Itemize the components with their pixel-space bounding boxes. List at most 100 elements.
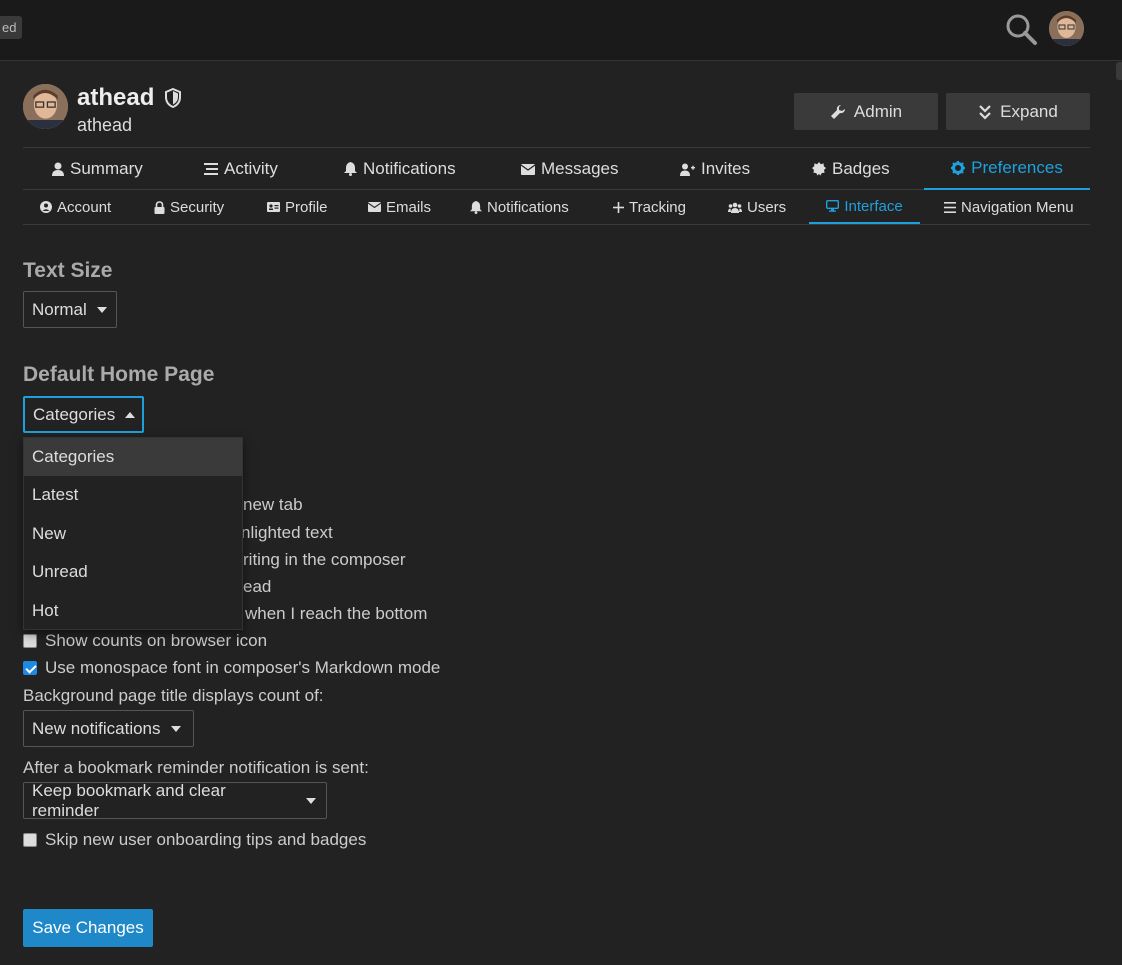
title-count-value: New notifications (32, 718, 161, 738)
tab-invites[interactable]: Invites (680, 148, 750, 190)
menu-option-unread[interactable]: Unread (24, 553, 242, 591)
bars-icon (944, 201, 956, 213)
user-plus-icon (680, 163, 695, 176)
plus-icon (613, 201, 624, 213)
subtab-users[interactable]: Users (728, 190, 786, 224)
tab-summary-label: Summary (70, 159, 143, 178)
bell-icon (344, 162, 357, 176)
tab-invites-label: Invites (701, 159, 751, 178)
subtab-navigation-menu-label: Navigation Menu (961, 198, 1074, 216)
menu-option-hot[interactable]: Hot (24, 592, 242, 630)
monospace-label: Use monospace font in composer's Markdow… (45, 658, 441, 677)
partial-option-text: new tab (243, 495, 303, 514)
save-changes-button[interactable]: Save Changes (23, 909, 153, 947)
caret-down-icon (306, 797, 316, 804)
user-avatar (23, 84, 68, 129)
bookmark-label: After a bookmark reminder notification i… (23, 758, 369, 777)
caret-up-icon (125, 411, 136, 418)
tab-messages[interactable]: Messages (521, 148, 618, 190)
envelope-icon (521, 163, 535, 175)
skip-onboarding-checkbox[interactable] (23, 833, 37, 847)
subtab-notifications-label: Notifications (487, 198, 569, 216)
tab-badges-label: Badges (832, 159, 890, 178)
expand-button-label: Expand (1000, 101, 1058, 121)
home-page-dropdown[interactable]: Categories (23, 396, 144, 433)
id-card-icon (267, 202, 280, 212)
tab-activity[interactable]: Activity (204, 148, 278, 190)
partial-option-text: when I reach the bottom (245, 604, 428, 623)
subtab-interface-label: Interface (844, 197, 903, 215)
scrollbar-stub[interactable] (1116, 62, 1122, 80)
home-page-title: Default Home Page (23, 363, 215, 386)
user-full-name: athead (77, 115, 133, 135)
subtab-security[interactable]: Security (154, 190, 224, 224)
home-page-options-menu: Categories Latest New Unread Hot (23, 437, 243, 630)
top-header: ed (0, 0, 1122, 61)
show-counts-label: Show counts on browser icon (45, 631, 268, 650)
current-user-avatar[interactable] (1049, 11, 1084, 46)
subtab-profile-label: Profile (285, 198, 328, 216)
subtab-tracking[interactable]: Tracking (613, 190, 686, 224)
text-size-title: Text Size (23, 259, 113, 282)
show-counts-checkbox[interactable] (23, 634, 37, 648)
certificate-icon (812, 162, 826, 176)
bookmark-value: Keep bookmark and clear reminder (32, 780, 226, 820)
subtab-account[interactable]: Account (40, 190, 111, 224)
home-page-value: Categories (33, 404, 116, 424)
tab-badges[interactable]: Badges (812, 148, 890, 190)
subtab-notifications[interactable]: Notifications (470, 190, 569, 224)
subtab-interface[interactable]: Interface (809, 190, 920, 224)
lock-icon (154, 200, 165, 214)
user-main-nav: Summary Activity Notifications Messages … (23, 147, 1090, 190)
title-count-dropdown[interactable]: New notifications (23, 710, 194, 747)
bookmark-dropdown[interactable]: Keep bookmark and clear reminder (23, 780, 327, 820)
tab-preferences-label: Preferences (971, 158, 1063, 177)
username: athead (77, 84, 155, 111)
expand-button[interactable]: Expand (946, 93, 1090, 130)
subtab-security-label: Security (170, 198, 225, 216)
envelope-icon (368, 202, 381, 212)
subtab-emails-label: Emails (386, 198, 432, 216)
tab-notifications[interactable]: Notifications (344, 148, 456, 190)
menu-option-categories[interactable]: Categories (24, 438, 242, 476)
desktop-icon (826, 200, 840, 212)
skip-onboarding-row[interactable]: Skip new user onboarding tips and badges (23, 830, 366, 850)
caret-down-icon (96, 306, 107, 313)
user-icon (52, 162, 64, 176)
tab-messages-label: Messages (541, 159, 619, 178)
header-badge: ed (0, 16, 23, 39)
title-count-label: Background page title displays count of: (23, 686, 324, 705)
subtab-users-label: Users (747, 198, 787, 216)
shield-icon (164, 88, 182, 108)
monospace-row[interactable]: Use monospace font in composer's Markdow… (23, 658, 440, 678)
skip-onboarding-label: Skip new user onboarding tips and badges (45, 830, 367, 849)
partial-option-text: riting in the composer (243, 550, 406, 569)
user-circle-icon (40, 201, 52, 213)
wrench-icon (830, 104, 846, 120)
users-icon (728, 202, 742, 213)
text-size-value: Normal (32, 299, 87, 319)
admin-button[interactable]: Admin (794, 93, 938, 130)
search-icon[interactable] (1004, 12, 1038, 46)
tab-summary[interactable]: Summary (52, 148, 143, 190)
partial-option-text: nlighted text (241, 523, 333, 542)
double-chevron-down-icon (978, 104, 992, 120)
partial-option-text: ead (243, 577, 272, 596)
menu-option-new[interactable]: New (24, 515, 242, 553)
tab-notifications-label: Notifications (363, 159, 456, 178)
tab-preferences[interactable]: Preferences (924, 148, 1090, 190)
subtab-profile[interactable]: Profile (267, 190, 328, 224)
menu-option-latest[interactable]: Latest (24, 476, 242, 514)
preferences-sub-nav: Account Security Profile Emails Notifica… (23, 190, 1090, 225)
list-icon (204, 163, 218, 175)
show-counts-row[interactable]: Show counts on browser icon (23, 631, 267, 651)
subtab-tracking-label: Tracking (629, 198, 686, 216)
bell-icon (470, 200, 482, 214)
admin-button-label: Admin (853, 101, 903, 121)
text-size-dropdown[interactable]: Normal (23, 291, 117, 328)
subtab-emails[interactable]: Emails (368, 190, 431, 224)
subtab-navigation-menu[interactable]: Navigation Menu (944, 190, 1074, 224)
tab-activity-label: Activity (224, 159, 278, 178)
monospace-checkbox[interactable] (23, 661, 37, 675)
caret-down-icon (170, 725, 181, 732)
